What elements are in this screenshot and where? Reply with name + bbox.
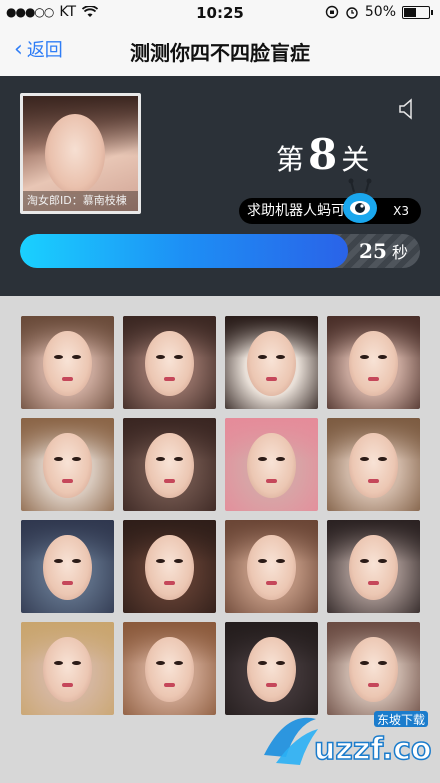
face-option-1[interactable]	[21, 316, 114, 409]
face-option-10[interactable]	[123, 520, 216, 613]
face-option-2[interactable]	[123, 316, 216, 409]
face-option-5[interactable]	[21, 418, 114, 511]
avatar-caption: 淘女郎ID：慕南枝棟	[23, 191, 138, 211]
level-number: 8	[308, 130, 338, 179]
countdown-label: 25 秒	[359, 239, 408, 263]
countdown-fill	[20, 234, 348, 268]
level-suffix: 关	[341, 143, 370, 176]
game-header-panel: 淘女郎ID：慕南枝棟 第 8 关 求助机器人蚂可 X3 25 秒	[0, 76, 440, 296]
robot-help-label: 求助机器人蚂可	[247, 203, 345, 219]
target-face-image: 淘女郎ID：慕南枝棟	[20, 93, 141, 214]
robot-help-button[interactable]: 求助机器人蚂可 X3	[239, 198, 421, 224]
uzzf-watermark-logo: uzzf.com 东坡下载	[264, 711, 432, 768]
battery-icon	[402, 5, 433, 19]
face-option-16[interactable]	[327, 622, 420, 715]
level-indicator: 第 8 关	[276, 130, 369, 179]
level-prefix: 第	[276, 143, 305, 176]
face-option-8[interactable]	[327, 418, 420, 511]
svg-text:东坡下载: 东坡下载	[377, 713, 425, 727]
face-option-7[interactable]	[225, 418, 318, 511]
status-bar: ●●●○○ KT 10:25 50%	[0, 0, 440, 24]
face-option-11[interactable]	[225, 520, 318, 613]
robot-help-count: X3	[393, 204, 409, 218]
battery-percent: 50%	[364, 4, 396, 20]
orientation-lock-icon	[325, 5, 339, 19]
svg-text:uzzf.com: uzzf.com	[314, 732, 432, 767]
countdown-unit: 秒	[391, 243, 408, 262]
face-option-14[interactable]	[123, 622, 216, 715]
face-option-6[interactable]	[123, 418, 216, 511]
face-option-3[interactable]	[225, 316, 318, 409]
face-option-9[interactable]	[21, 520, 114, 613]
speaker-icon[interactable]	[398, 98, 418, 120]
page-title: 测测你四不四脸盲症	[130, 41, 310, 65]
face-grid	[21, 316, 420, 715]
face-option-13[interactable]	[21, 622, 114, 715]
alarm-icon	[346, 7, 358, 19]
face-option-4[interactable]	[327, 316, 420, 409]
countdown-bar: 25 秒	[20, 234, 420, 268]
navigation-bar: ‹ 返回 测测你四不四脸盲症	[0, 24, 440, 77]
robot-eye-icon[interactable]	[340, 178, 380, 226]
face-option-15[interactable]	[225, 622, 318, 715]
face-option-12[interactable]	[327, 520, 420, 613]
countdown-seconds: 25	[359, 239, 387, 263]
